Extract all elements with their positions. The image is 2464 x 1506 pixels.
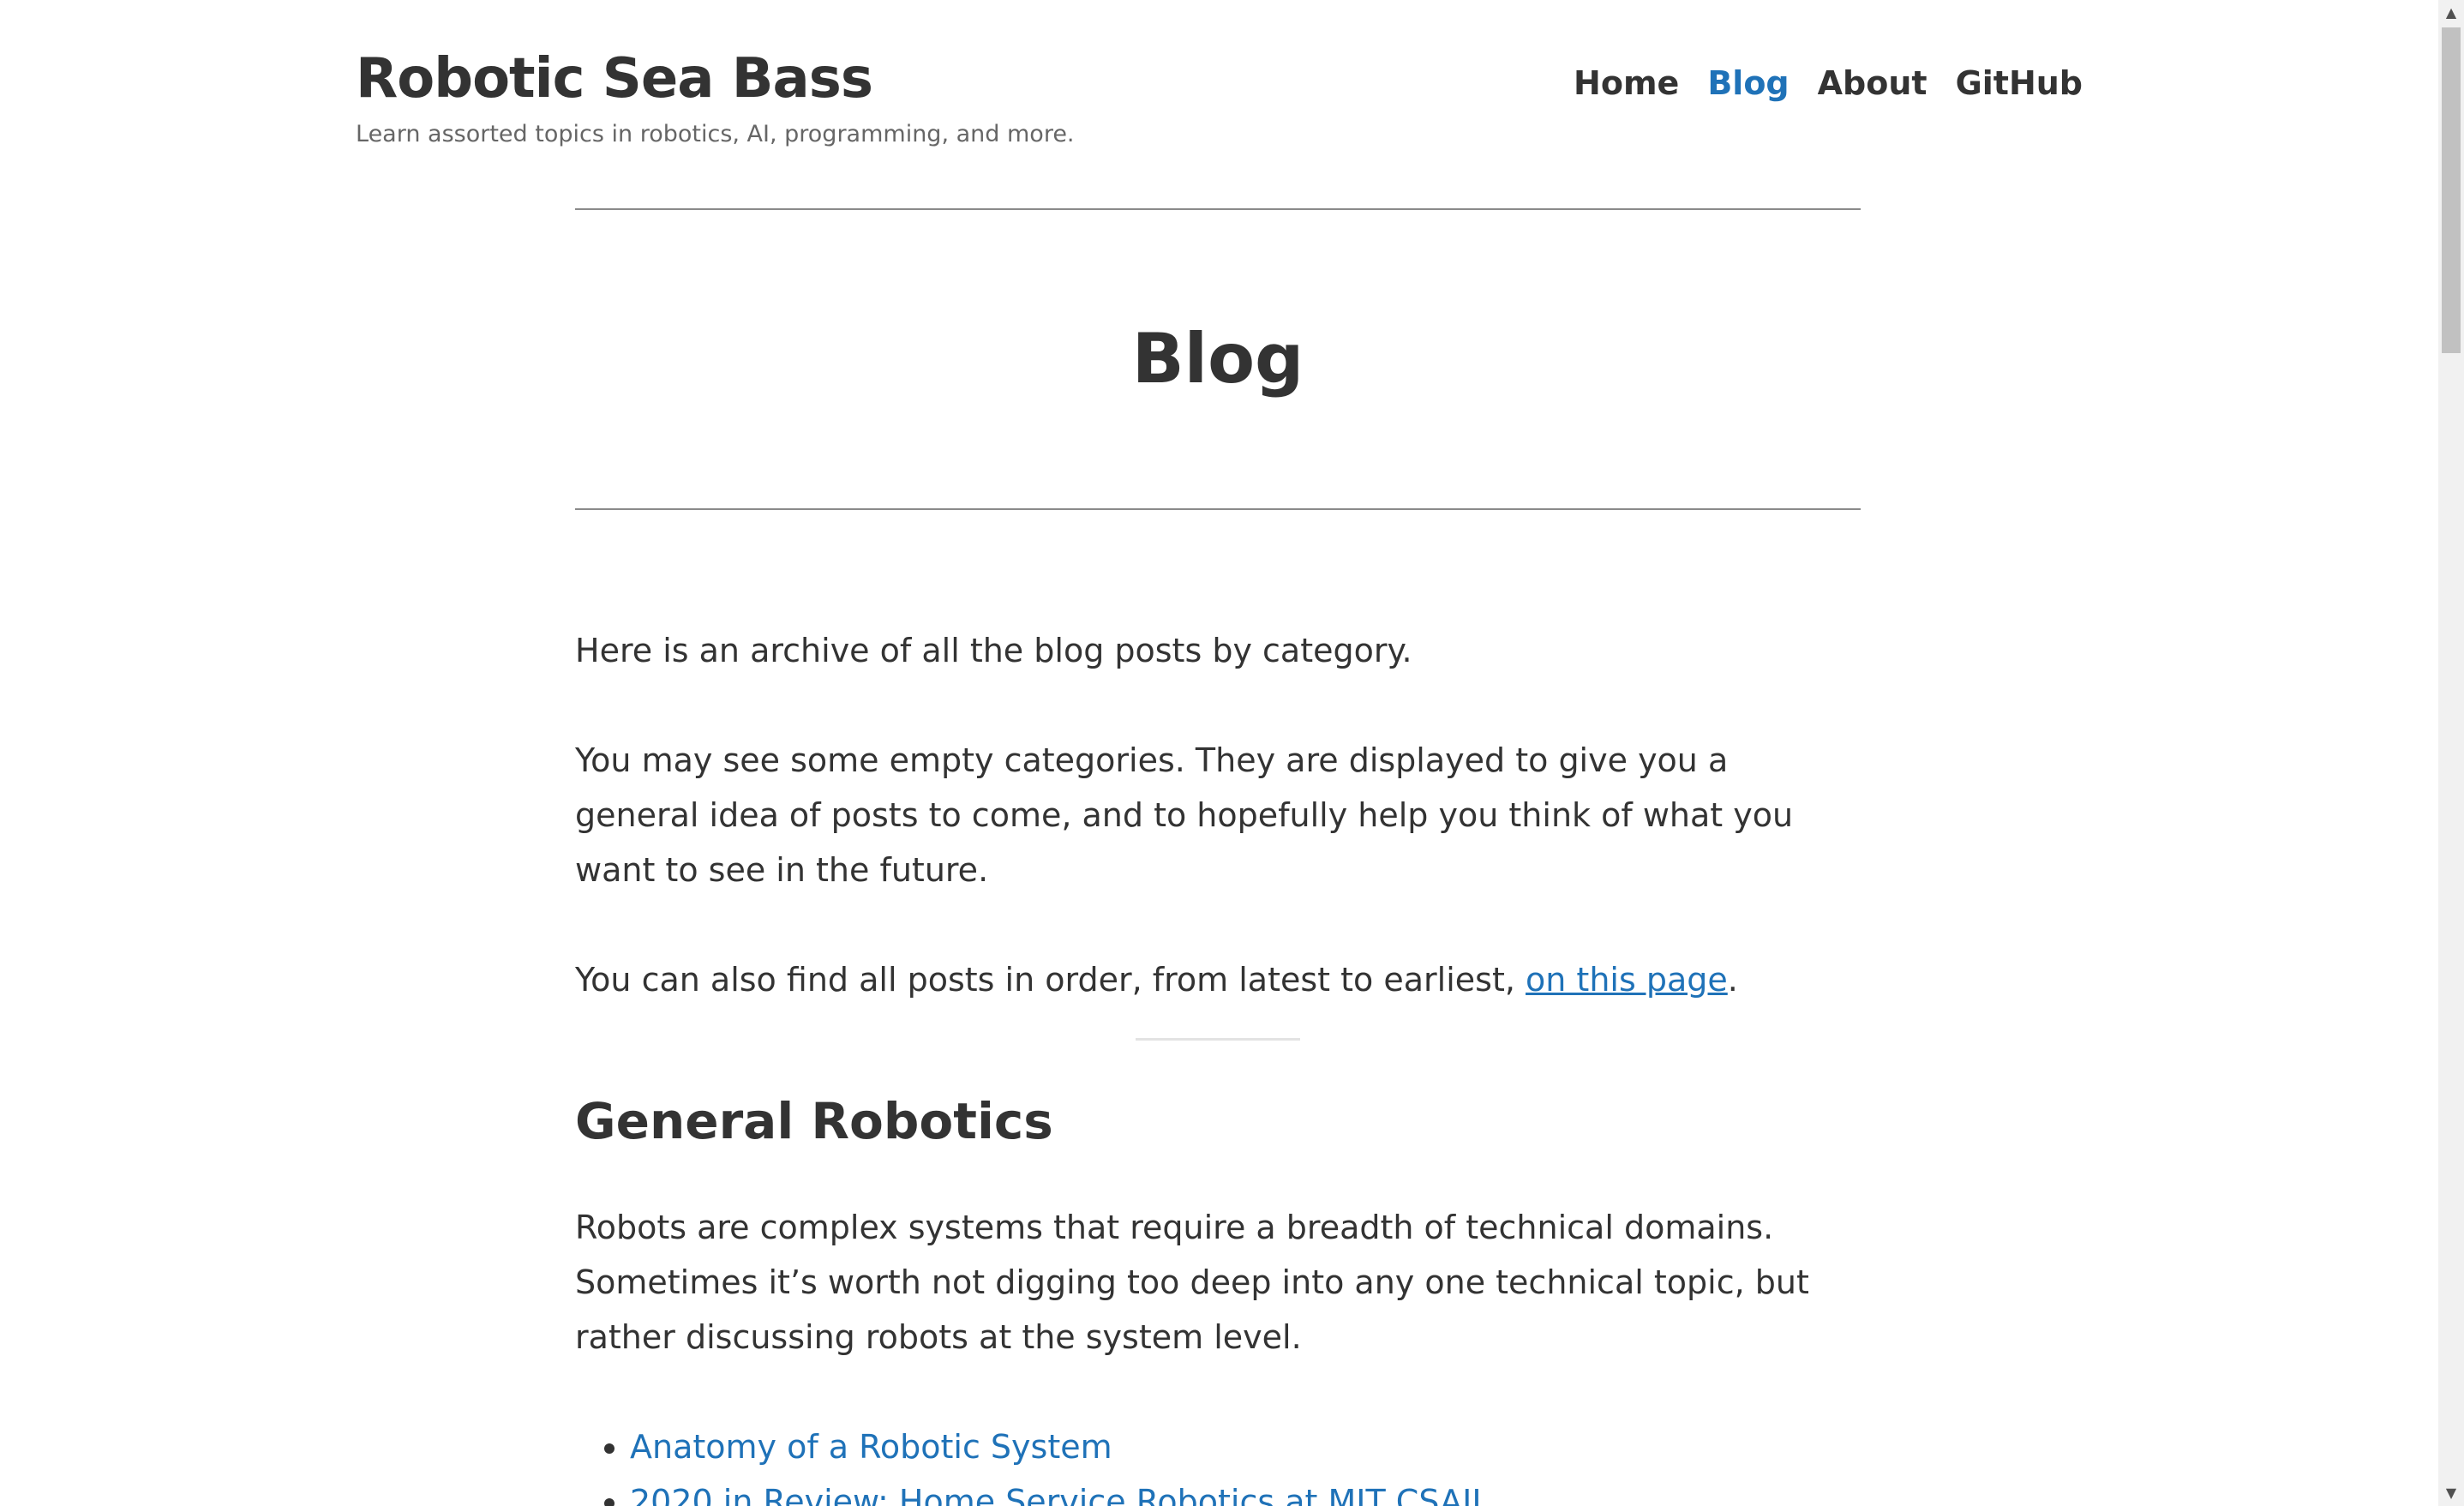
site-title[interactable]: Robotic Sea Bass (356, 47, 873, 111)
main-nav: Home Blog About GitHub (1574, 64, 2083, 102)
intro-paragraph-1: Here is an archive of all the blog posts… (575, 632, 1412, 669)
post-link-2020-review[interactable]: 2020 in Review: Home Service Robotics at… (630, 1483, 1490, 1506)
section-heading-general-robotics: General Robotics (575, 1092, 1053, 1150)
section-description: Robots are complex systems that require … (575, 1209, 1809, 1356)
post-link-anatomy[interactable]: Anatomy of a Robotic System (630, 1428, 1112, 1466)
intro-paragraph-3-text: You can also find all posts in order, fr… (575, 961, 1526, 999)
nav-github[interactable]: GitHub (1956, 64, 2083, 102)
intro-paragraph-2: You may see some empty categories. They … (575, 741, 1794, 889)
vertical-scrollbar[interactable]: ▲ ▼ (2438, 0, 2464, 1506)
post-list: Anatomy of a Robotic System 2020 in Revi… (575, 1419, 1861, 1506)
page: Robotic Sea Bass Learn assorted topics i… (0, 0, 2464, 1506)
intro-paragraph-3: You can also find all posts in order, fr… (575, 952, 1861, 1007)
list-item: Anatomy of a Robotic System (630, 1419, 1861, 1474)
site-tagline: Learn assorted topics in robotics, AI, p… (356, 121, 1075, 147)
scrollbar-thumb[interactable] (2442, 27, 2461, 353)
title-divider (575, 508, 1861, 510)
intro-paragraph-3-period: . (1727, 961, 1738, 999)
nav-blog[interactable]: Blog (1707, 64, 1789, 102)
site-header: Robotic Sea Bass Learn assorted topics i… (356, 47, 2083, 159)
page-title: Blog (1131, 319, 1304, 399)
section-divider (1136, 1038, 1300, 1041)
nav-about[interactable]: About (1818, 64, 1927, 102)
nav-home[interactable]: Home (1574, 64, 1679, 102)
list-item: 2020 in Review: Home Service Robotics at… (630, 1474, 1861, 1506)
scroll-down-arrow-icon[interactable]: ▼ (2438, 1480, 2464, 1506)
all-posts-link[interactable]: on this page (1526, 961, 1728, 999)
main-content: Blog Here is an archive of all the blog … (575, 208, 1861, 1506)
scroll-up-arrow-icon[interactable]: ▲ (2438, 0, 2464, 26)
